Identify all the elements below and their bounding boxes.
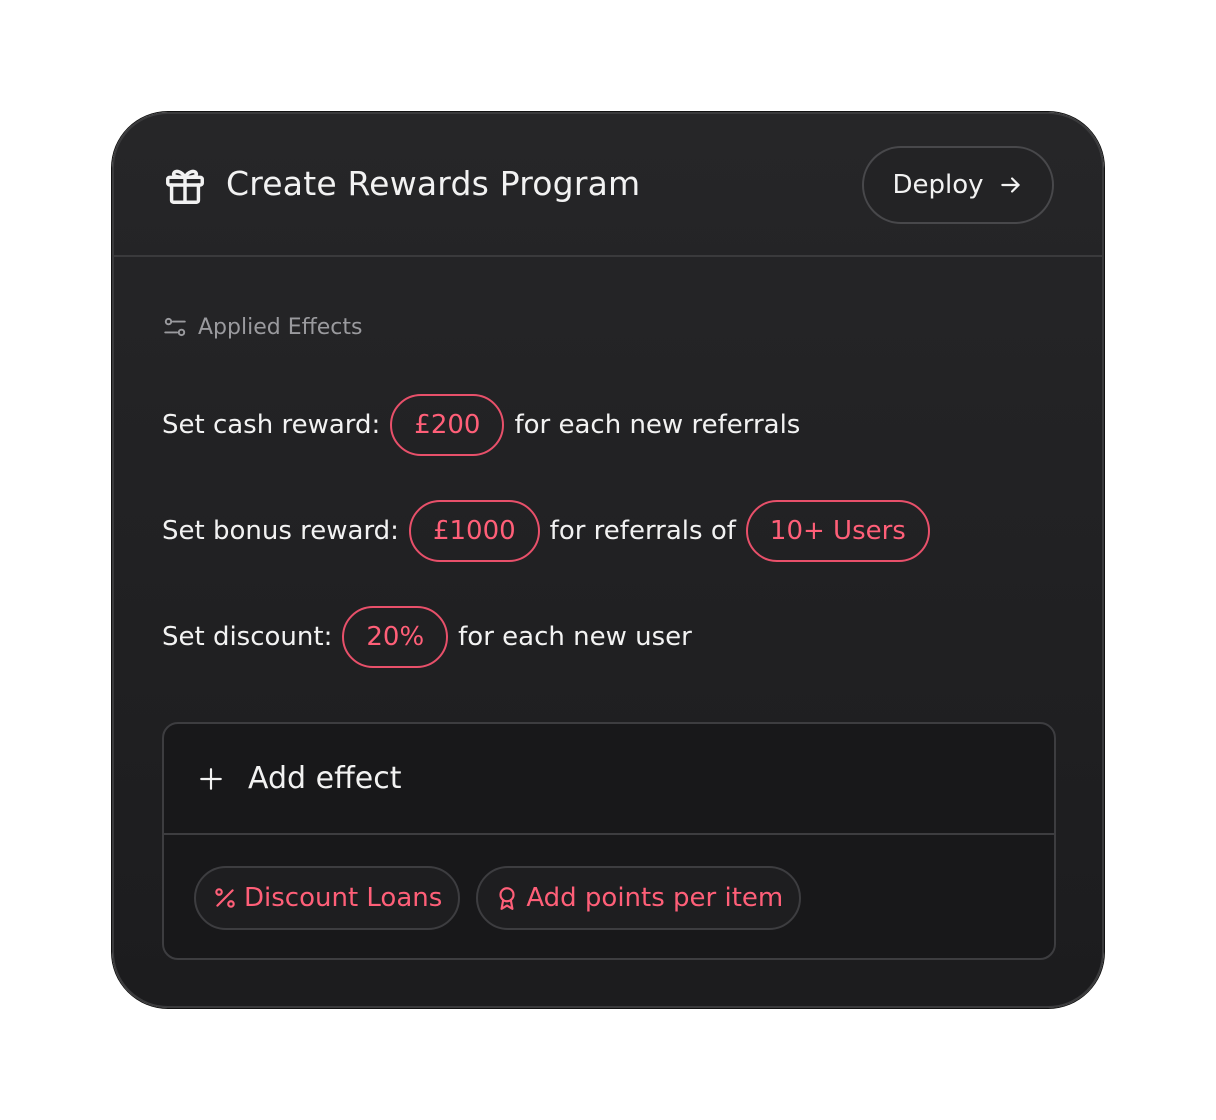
effect-suffix: for each new user [458, 622, 692, 652]
sliders-icon [164, 317, 186, 337]
bonus-reward-pill[interactable]: £1000 [408, 500, 540, 562]
deploy-button[interactable]: Deploy [862, 146, 1054, 224]
chip-label: Add points per item [526, 883, 784, 913]
effect-prefix: Set cash reward: [162, 410, 381, 440]
effect-row-cash: Set cash reward: £200 for each new refer… [162, 394, 800, 456]
award-icon [499, 887, 515, 910]
effect-row-bonus: Set bonus reward: £1000 for referrals of… [162, 500, 930, 562]
card-header: Create Rewards Program Deploy [114, 114, 1102, 257]
add-effect-label: Add effect [248, 761, 402, 796]
deploy-button-label: Deploy [892, 170, 984, 200]
discount-loans-chip[interactable]: Discount Loans [194, 866, 461, 930]
section-label-text: Applied Effects [198, 314, 363, 340]
applied-effects-label: Applied Effects [162, 314, 362, 340]
percent-icon [215, 888, 235, 908]
add-effect-panel: Add effect Discount Loans Add points per… [162, 722, 1056, 960]
rewards-program-card: Create Rewards Program Deploy Applied Ef… [112, 112, 1104, 1008]
chip-label: Discount Loans [244, 883, 443, 913]
discount-pill[interactable]: 20% [342, 606, 449, 668]
effect-prefix: Set discount: [162, 622, 333, 652]
referral-threshold-pill[interactable]: 10+ Users [745, 500, 930, 562]
page-title: Create Rewards Program [226, 164, 641, 203]
effect-suggestions: Discount Loans Add points per item [194, 866, 802, 930]
gift-icon [166, 169, 204, 204]
arrow-right-icon [1000, 177, 1020, 193]
plus-icon [200, 767, 222, 790]
effect-suffix: for referrals of [549, 516, 736, 546]
effect-suffix: for each new referrals [514, 410, 801, 440]
add-effect-button[interactable]: Add effect [164, 724, 1054, 835]
cash-reward-pill[interactable]: £200 [390, 394, 505, 456]
effect-prefix: Set bonus reward: [162, 516, 399, 546]
add-points-chip[interactable]: Add points per item [476, 866, 802, 930]
effect-row-discount: Set discount: 20% for each new user [162, 606, 692, 668]
